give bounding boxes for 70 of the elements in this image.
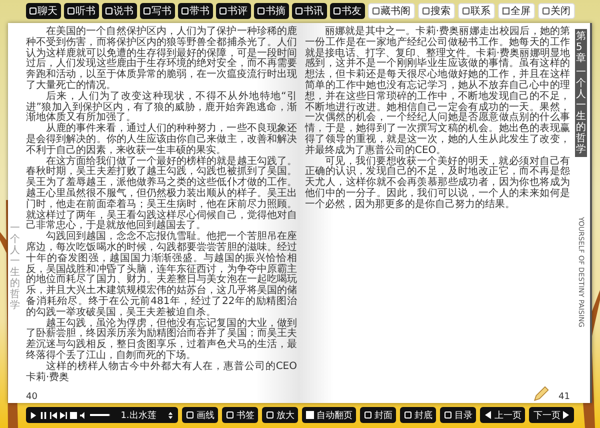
toolbar-button[interactable]: 搜索 (418, 3, 454, 19)
paragraph: 后来，人们为了改变这种现状，不得不从外地特地“引进”狼加入到保护区内，有了狼的威胁，鹿开始奔跑逃命，渐渐地体质又有所加强了。 (26, 92, 297, 124)
toolbar-icon (372, 7, 380, 15)
paragraph: 在美国的一个自然保护区内，人们为了保护一种珍稀的鹿种不受到伤害，而将保护区内的狼等野兽全都捕杀光了。人们认为这样鹿就可以免遭的生存得到最好的保障，可是一段时间过后，人们发现这些鹿由于生存环境的绝对安全，而不再需要奔跑和活动，以至于体质异常的脆弱，在一次瘟疫流行时出现了大量死亡的情况。 (26, 27, 297, 91)
toolbar-button[interactable]: 带书 (178, 3, 212, 19)
chapter-tab-text: 第5章 (576, 31, 586, 64)
toolbar-button[interactable]: 书友 (330, 3, 364, 19)
page-number: 40 (26, 392, 38, 402)
toolbar-button[interactable]: 下一页 (529, 407, 574, 423)
toolbar-button[interactable]: 封面 (360, 407, 396, 423)
paragraph: 勾践回到越国，念念不忘报仇雪耻。他把一个苦胆吊在座席边，每次吃饭喝水的时候，勾践都要尝尝苦胆的滋味。经过十年的奋发图强，越国国力渐渐强盛。与越国的振兴恰恰相反，吴国战胜和冲昏了头脑，连年东征西讨，为争夺中原霸主的地位而耗尽了国力、财力。夫差整日与美女泡在一起吃喝玩乐，并且大兴土木建筑规模宏伟的姑苏台，这几乎将吴国的储备消耗殆尽。终于在公元前481年，经过了22年的励精图治的勾践一举攻破吴国，吴王夫差被迫自杀。 (26, 232, 297, 318)
toolbar-icon (462, 7, 470, 15)
toolbar-button[interactable]: 藏书阁 (368, 3, 414, 19)
checkbox-icon (306, 411, 314, 419)
track-select[interactable]: 1.出水莲 (120, 408, 156, 422)
paragraph: 在这方面给我们做了一个最好的榜样的就是越王勾践了。春秋时期，吴王夫差打败了越王勾践，勾践也被抓到了吴国。吴王为了羞辱越王，派他做养马之类的这些低仆才做的工作。越王心里虽然很不服气，但仍然极力装出顺从的样子。吴王出门时，他走在前面牵着马；吴王生病时，他在床前尽力照顾。就这样过了两年，吴王看勾践这样尽心伺候自己，觉得他对自己非常忠心，于是就放他回到越国去了。 (26, 156, 297, 232)
toolbar-icon (404, 411, 412, 419)
toolbar-button[interactable]: 上一页 (480, 407, 526, 423)
stop-icon[interactable] (70, 412, 77, 418)
previous-track-icon[interactable] (50, 412, 57, 418)
paragraph: 越王勾践，虽沦为俘虏，但他没有忘记复国的大业，做到了卧薪尝胆，终因亲历亲为励精图治而吞并了吴国；而吴王夫差沉迷与勾践相反，整日贪图享乐，过着声色犬马的生活，最终落得个丢了江山，自刎而死的下场。 (26, 318, 297, 361)
paragraph: 丽娜就是其中之一。卡莉·费奥丽娜走出校园后，她的第一份工作是在一家地产经纪公司做秘书工作。她每天的工作就是接电话、打字、复印、整理文件。卡莉·费奥丽娜明显地感到，这并不是一个刚刚毕业生应该做的事情。虽有这样的想法，但卡莉还是每天很尽心地做好她的工作，并且在这样简单的工作中她也没有忘记学习，她从不放弃自己心中的理想，并在这些日常琐碎的工作中，不断地发现自己的不足，不断地进行改进。她相信自己一定会有成功的一天。果然，一次偶然的机会，一个经纪人问她是否愿意做点别的什么事情，于是，她得到了一次撰写文稿的机会。她出色的表现赢得了领导的重视，就是这一次，她的人生从此发生了改变，并最终成为了惠普公司的CEO。 (305, 27, 570, 156)
running-title: 一个人一生的哲学 (10, 223, 20, 311)
toolbar-icon (28, 7, 36, 15)
toolbar-icon (256, 7, 264, 15)
toolbar-icon (186, 411, 194, 419)
toolbar-icon (422, 7, 430, 15)
toolbar-button[interactable]: 书评 (216, 3, 250, 19)
paragraph: 可见，我们要想收获一个美好的明天，就必须对自己有正确的认识，发现自己的不足，及时地改正它，而不再是怨天尤人，这样你就不会再羡慕那些成功者，因为你也将成为他们中的一分子。因此，我们可以说，一个人的未来如何是一个必然，因为那更多的是你自己努力的结果。 (305, 156, 570, 211)
paragraph: 这样的榜样人物古今中外都大有人在，惠普公司的CEO卡莉·费奥 (26, 362, 297, 384)
left-arrow-icon (484, 411, 492, 419)
toolbar-icon (180, 7, 188, 15)
toolbar-button[interactable]: 放大 (262, 407, 298, 423)
toolbar-icon (218, 7, 226, 15)
toolbar-button[interactable]: 封底 (400, 407, 436, 423)
chapter-tab[interactable]: 第5章 一个人一生的哲学 (575, 29, 587, 157)
toolbar-button[interactable]: 画线 (182, 407, 218, 423)
toolbar-button[interactable]: 聊天 (26, 3, 60, 19)
toolbar-button[interactable]: 目录 (440, 407, 476, 423)
toolbar-button[interactable]: 关闭 (538, 3, 574, 19)
right-arrow-icon (562, 411, 570, 419)
toolbar-button[interactable]: 听书 (64, 3, 98, 19)
checkbox-icon (502, 7, 510, 15)
toolbar-button[interactable]: 说书 (102, 3, 136, 19)
toolbar-icon (142, 7, 150, 15)
toolbar-button[interactable]: 联系 (458, 3, 494, 19)
toolbar-icon (294, 7, 302, 15)
toolbar-button[interactable]: 写书 (140, 3, 174, 19)
toolbar-button[interactable]: 书签 (222, 407, 258, 423)
toolbar-icon (226, 411, 234, 419)
toolbar-icon (364, 411, 372, 419)
toolbar-icon (444, 411, 452, 419)
toolbar-button[interactable]: 书讯 (292, 3, 326, 19)
toolbar-button[interactable]: 书摘 (254, 3, 288, 19)
speaker-icon[interactable] (80, 412, 87, 418)
pause-icon[interactable] (40, 412, 47, 418)
toolbar-icon (266, 411, 274, 419)
toolbar-icon (542, 7, 550, 15)
toolbar-icon (332, 7, 340, 15)
toolbar-icon (66, 7, 74, 15)
chapter-tab-text: 一个人一生的哲学 (576, 67, 586, 155)
auto-page-checkbox[interactable]: 自动翻页 (302, 407, 356, 423)
page-number: 41 (558, 392, 570, 402)
pencil-icon[interactable] (532, 386, 549, 402)
play-icon[interactable] (30, 412, 37, 418)
spinner-icon[interactable] (167, 412, 174, 418)
next-track-icon[interactable] (60, 412, 67, 418)
toolbar-icon (104, 7, 112, 15)
fullscreen-checkbox[interactable]: 全屏 (498, 3, 534, 19)
paragraph: 从鹿的事件来看，通过人们的种种努力，一些不良现象还是会得到解决的。你的人生应该由你自己来做主，改善和解决不利于自己的因素，来收获一生丰硕的果实。 (26, 124, 297, 156)
